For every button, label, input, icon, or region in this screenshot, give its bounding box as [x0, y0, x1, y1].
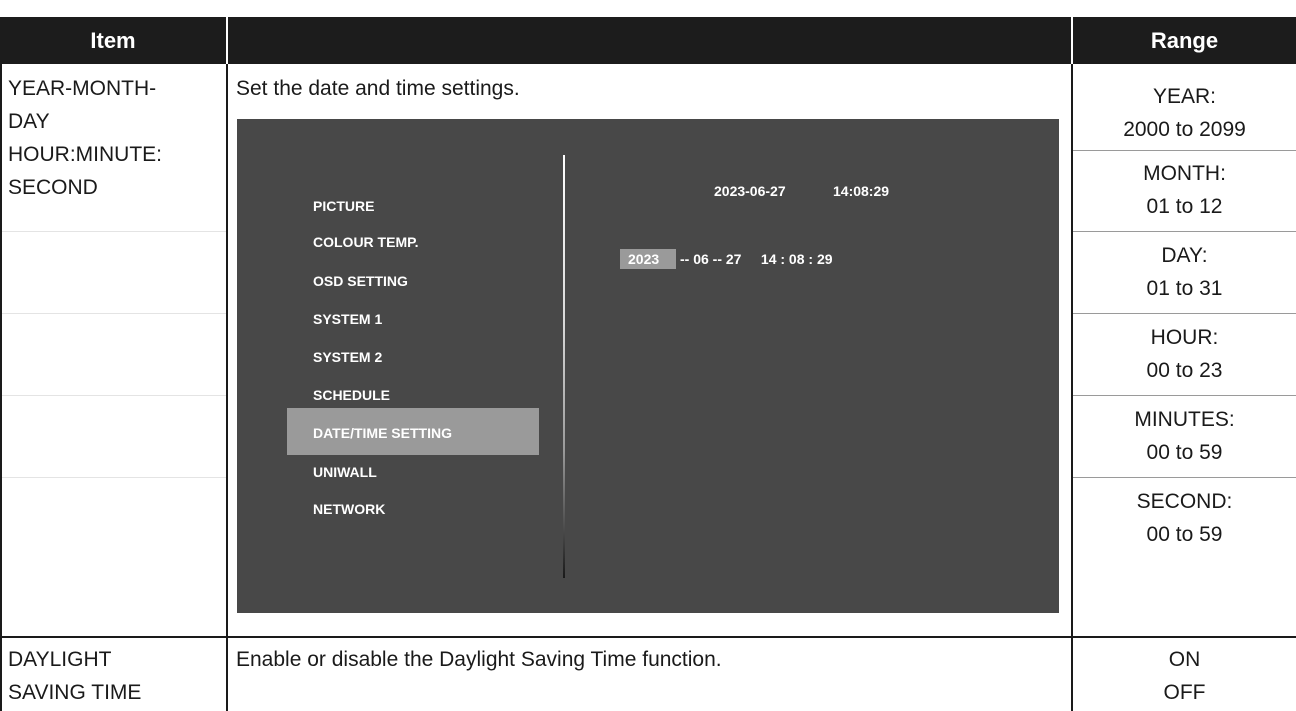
osd-menu-item: PICTURE: [313, 198, 375, 214]
table-border: [226, 64, 228, 711]
osd-current-date: 2023-06-27: [714, 183, 786, 199]
item-guide: [2, 477, 226, 478]
range-month: MONTH: 01 to 12: [1073, 157, 1296, 223]
range-separator: [1073, 395, 1296, 396]
range-separator: [1073, 477, 1296, 478]
range-daylight: ON OFF: [1073, 643, 1296, 709]
range-day: DAY: 01 to 31: [1073, 239, 1296, 305]
item-guide: [2, 395, 226, 396]
range-separator: [1073, 150, 1296, 151]
range-year: YEAR: 2000 to 2099: [1073, 80, 1296, 146]
item-line: HOUR:MINUTE:: [8, 143, 162, 166]
osd-date-time-fields: -- 06 -- 27 14 : 08 : 29: [680, 251, 833, 267]
item-line: DAYLIGHT: [8, 648, 112, 671]
item-guide: [2, 313, 226, 314]
osd-menu-item: SYSTEM 1: [313, 311, 383, 327]
item-line: SAVING TIME: [8, 681, 142, 704]
header-item: Item: [90, 28, 136, 53]
range-value: 2000 to 2099: [1123, 118, 1246, 141]
osd-menu-item: SCHEDULE: [313, 387, 391, 403]
row1-item: YEAR-MONTH- DAY HOUR:MINUTE: SECOND: [8, 72, 162, 204]
range-second: SECOND: 00 to 59: [1073, 485, 1296, 551]
range-hour: HOUR: 00 to 23: [1073, 321, 1296, 387]
range-label: DAY:: [1161, 244, 1208, 267]
header-range: Range: [1150, 28, 1219, 53]
range-value: 00 to 59: [1146, 523, 1223, 546]
osd-menu-item: NETWORK: [313, 501, 386, 517]
range-label: SECOND:: [1136, 490, 1233, 513]
range-label: MONTH:: [1143, 162, 1226, 185]
row-separator: [0, 636, 1296, 638]
table-border: [0, 64, 2, 711]
osd-menu-item-selected: DATE/TIME SETTING: [313, 425, 452, 441]
range-label: MINUTES:: [1134, 408, 1235, 431]
row2-description: Enable or disable the Daylight Saving Ti…: [236, 648, 722, 671]
osd-divider: [563, 155, 565, 578]
range-separator: [1073, 231, 1296, 232]
row1-description: Set the date and time settings.: [236, 77, 520, 100]
header-divider: [1071, 17, 1073, 64]
range-value: 01 to 12: [1146, 195, 1223, 218]
osd-menu-item: SYSTEM 2: [313, 349, 383, 365]
osd-menu-item: UNIWALL: [313, 464, 377, 480]
item-line: DAY: [8, 110, 50, 133]
range-separator: [1073, 313, 1296, 314]
range-label: HOUR:: [1150, 326, 1219, 349]
osd-current-time: 14:08:29: [833, 183, 890, 199]
header-divider: [226, 17, 228, 64]
item-guide: [2, 231, 226, 232]
item-line: SECOND: [8, 176, 98, 199]
osd-menu-item: OSD SETTING: [313, 273, 408, 289]
osd-menu-item: COLOUR TEMP.: [313, 234, 419, 250]
item-line: YEAR-MONTH-: [8, 77, 157, 100]
range-value: OFF: [1163, 681, 1206, 704]
range-label: YEAR:: [1152, 85, 1217, 108]
osd-screen: [237, 119, 1059, 613]
range-value: ON: [1168, 648, 1201, 671]
row2-item: DAYLIGHT SAVING TIME: [8, 643, 141, 709]
range-value: 01 to 31: [1146, 277, 1223, 300]
range-value: 00 to 59: [1146, 441, 1223, 464]
header-description: [228, 17, 1072, 64]
range-minutes: MINUTES: 00 to 59: [1073, 403, 1296, 469]
osd-year-field: 2023: [628, 251, 660, 267]
range-value: 00 to 23: [1146, 359, 1223, 382]
